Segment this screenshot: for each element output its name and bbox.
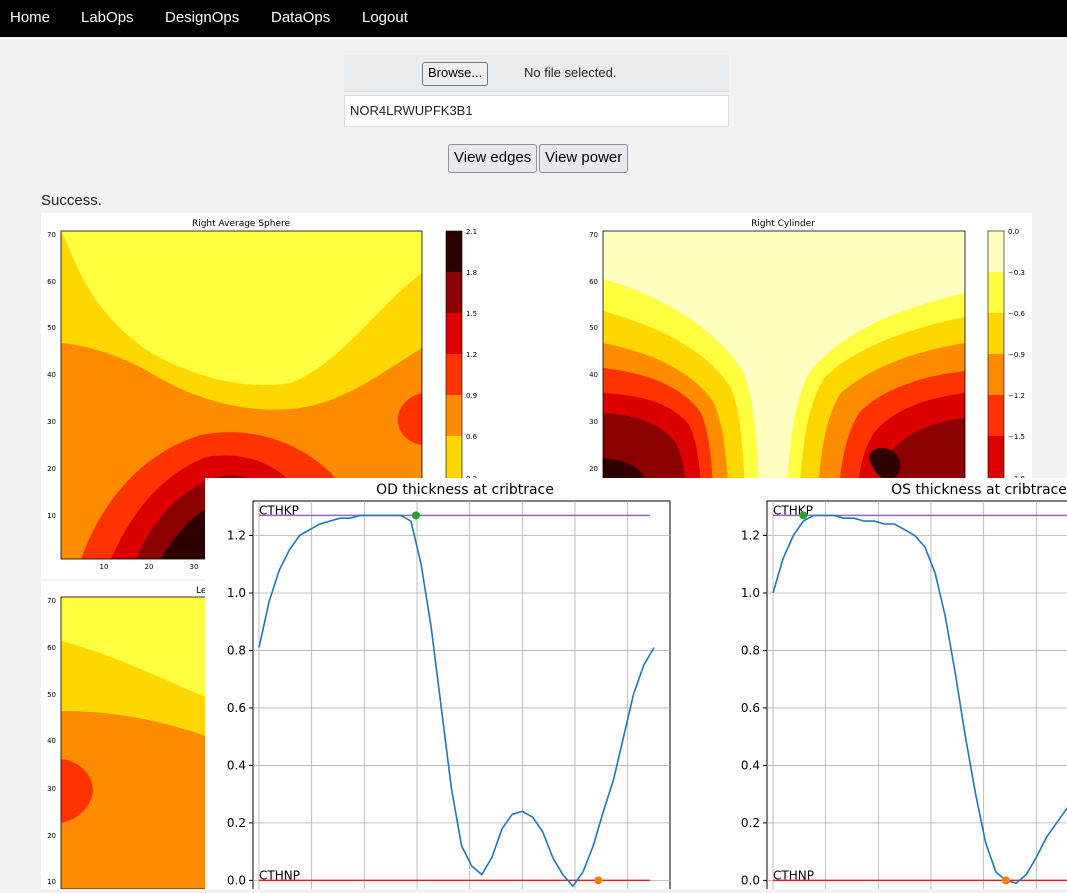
trough-marker: [594, 876, 603, 885]
colorbar-swatch: [988, 313, 1004, 354]
ytick: 50: [47, 691, 56, 699]
ytick: 60: [47, 644, 56, 652]
y-tick-label: 0.4: [227, 758, 246, 772]
ytick: 40: [589, 371, 598, 379]
colorbar-swatch: [988, 272, 1004, 313]
y-tick-label: 1.2: [741, 528, 760, 542]
ytick: 10: [47, 512, 56, 520]
peak-marker: [799, 511, 808, 520]
y-tick-label: 0.2: [741, 816, 760, 830]
colorbar-swatch: [988, 436, 1004, 479]
y-tick-label: 0.4: [741, 758, 760, 772]
ytick: 20: [47, 465, 56, 473]
colorbar-tick: 2.1: [466, 228, 477, 236]
cribtrace-charts: OD thickness at cribtrace 0.0 0.2 0.4 0.6 0.…: [227, 482, 1067, 893]
nav-dataops[interactable]: DataOps: [271, 0, 330, 37]
ytick: 50: [47, 324, 56, 332]
cribtrace-thickness-panel: OD thickness at cribtrace 0.0 0.2 0.4 0.6 0.…: [205, 478, 1067, 893]
od-chart-title: OD thickness at cribtrace: [376, 482, 554, 498]
ytick: 70: [47, 597, 56, 605]
left-sphere-yticks: 70 60 50 40 30 20 10: [47, 597, 56, 886]
ytick: 30: [47, 418, 56, 426]
nav-designops[interactable]: DesignOps: [165, 0, 239, 37]
y-tick-label: 1.0: [227, 586, 246, 600]
ytick: 60: [47, 278, 56, 286]
colorbar-tick: 0.0: [1008, 228, 1019, 236]
status-message: Success.: [41, 192, 102, 209]
colorbar-tick: −1.5: [1008, 433, 1025, 441]
ytick: 30: [589, 418, 598, 426]
ytick: 70: [589, 231, 598, 239]
os-chart-title: OS thickness at cribtrace: [891, 482, 1067, 498]
ytick: 10: [47, 878, 56, 886]
colorbar-swatch: [446, 395, 462, 436]
colorbar-swatch: [446, 272, 462, 313]
trough-marker: [1001, 876, 1010, 885]
ytick: 40: [47, 737, 56, 745]
colorbar-tick: −0.9: [1008, 351, 1025, 359]
view-power-button[interactable]: View power: [539, 144, 629, 173]
ytick: 70: [47, 231, 56, 239]
peak-marker: [411, 511, 420, 520]
axes-frame: [252, 500, 671, 893]
annotation-cthkp: CTHKP: [259, 503, 299, 517]
os-thickness-chart: OS thickness at cribtrace 0.0 0.2 0.4 0.6 0.…: [741, 482, 1067, 893]
ytick: 20: [589, 465, 598, 473]
right-cylinder-title: Right Cylinder: [751, 219, 815, 229]
colorbar-tick: 1.2: [466, 351, 477, 359]
colorbar-tick: 0.9: [466, 392, 477, 400]
right-cylinder-colorbar: 0.0 −0.3 −0.6 −0.9 −1.2 −1.5 −1.8: [987, 228, 1026, 483]
xtick: 20: [145, 563, 154, 571]
thickness-series-line: [772, 514, 1067, 885]
colorbar-tick: 0.6: [466, 433, 478, 441]
right-sphere-yticks: 70 60 50 40 30 20 10: [47, 231, 56, 520]
annotation-cthnp: CTHNP: [773, 868, 814, 882]
colorbar-swatch: [446, 231, 462, 272]
ytick: 30: [47, 785, 56, 793]
y-tick-label: 0.0: [227, 873, 246, 887]
colorbar-swatch: [446, 313, 462, 354]
colorbar-tick: 1.8: [466, 269, 477, 277]
y-tick-label: 0.6: [741, 701, 760, 715]
xtick: 10: [100, 563, 109, 571]
xtick: 30: [190, 563, 199, 571]
ytick: 50: [589, 324, 598, 332]
colorbar-tick: −0.6: [1008, 310, 1026, 318]
right-sphere-title: Right Average Sphere: [192, 219, 291, 229]
colorbar-swatch: [446, 354, 462, 395]
file-status-text: No file selected.: [524, 65, 617, 80]
record-id-input[interactable]: NOR4LRWUPFK3B1: [344, 95, 729, 127]
ytick: 20: [47, 832, 56, 840]
thickness-series-line: [258, 514, 655, 888]
nav-home[interactable]: Home: [10, 0, 50, 37]
ytick: 60: [589, 278, 598, 286]
y-tick-label: 1.0: [741, 586, 760, 600]
colorbar-swatch: [446, 436, 462, 479]
view-edges-button[interactable]: View edges: [448, 144, 538, 173]
right-cylinder-yticks: 70 60 50 40 30 20: [589, 231, 598, 473]
axes-frame: [766, 500, 1067, 893]
colorbar-tick: −1.2: [1008, 392, 1025, 400]
nav-logout[interactable]: Logout: [362, 0, 408, 37]
od-thickness-chart: OD thickness at cribtrace 0.0 0.2 0.4 0.6 0.…: [227, 482, 671, 893]
top-navbar: Home LabOps DesignOps DataOps Logout: [0, 0, 1067, 37]
y-tick-label: 0.2: [227, 816, 246, 830]
y-tick-label: 0.8: [227, 643, 246, 657]
y-tick-label: 1.2: [227, 528, 246, 542]
right-sphere-xticks: 10 20 30: [100, 563, 199, 571]
colorbar-swatch: [988, 354, 1004, 395]
colorbar-swatch: [988, 395, 1004, 436]
annotation-cthnp: CTHNP: [259, 868, 300, 882]
right-sphere-colorbar: 2.1 1.8 1.5 1.2 0.9 0.6 0.3: [445, 228, 478, 483]
colorbar-tick: −0.3: [1008, 269, 1025, 277]
ytick: 40: [47, 371, 56, 379]
y-tick-label: 0.6: [227, 701, 246, 715]
browse-button[interactable]: Browse...: [422, 62, 489, 86]
colorbar-tick: 1.5: [466, 310, 477, 318]
y-tick-label: 0.0: [741, 873, 760, 887]
y-tick-label: 0.8: [741, 643, 760, 657]
file-upload-bar: Browse... No file selected.: [344, 55, 729, 92]
nav-labops[interactable]: LabOps: [81, 0, 134, 37]
colorbar-swatch: [988, 231, 1004, 272]
